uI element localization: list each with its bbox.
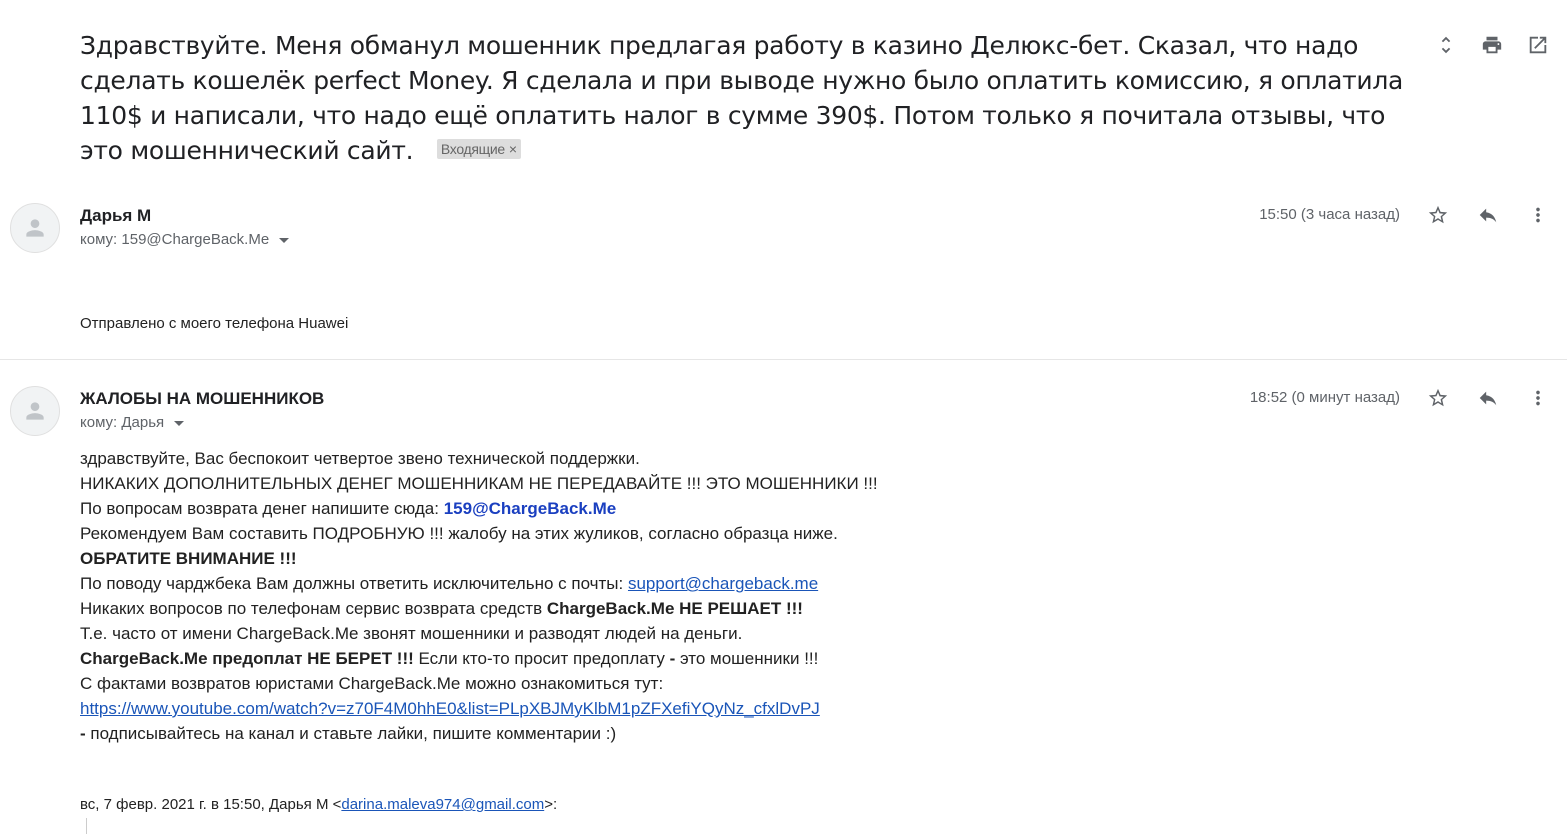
body-line: Рекомендуем Вам составить ПОДРОБНУЮ !!! … — [80, 524, 838, 543]
body-bold-span: ChargeBack.Me НЕ РЕШАЕТ !!! — [546, 599, 803, 618]
print-icon[interactable] — [1480, 33, 1504, 57]
recipient-text: кому: Дарья — [80, 414, 165, 431]
youtube-link[interactable]: https://www.youtube.com/watch?v=z70F4M0h… — [80, 699, 820, 718]
thread-actions — [1434, 33, 1550, 57]
message-body: здравствуйте, Вас беспокоит четвертое зв… — [80, 446, 878, 746]
more-options-icon[interactable] — [1526, 386, 1550, 410]
recipient-text: кому: 159@ChargeBack.Me — [80, 231, 270, 248]
quoted-header: вс, 7 февр. 2021 г. в 15:50, Дарья М <da… — [80, 796, 557, 813]
body-line: Т.е. часто от имени ChargeBack.Me звонят… — [80, 624, 743, 643]
message-divider — [0, 359, 1567, 360]
recipient-line: кому: Дарья — [80, 414, 185, 431]
message-actions — [1426, 203, 1550, 227]
body-text-span: По поводу чарджбека Вам должны ответить … — [80, 574, 628, 593]
body-line: - подписывайтесь на канал и ставьте лайк… — [80, 721, 878, 746]
show-details-icon[interactable] — [174, 420, 185, 426]
show-details-icon[interactable] — [279, 237, 290, 243]
body-line: ChargeBack.Me предоплат НЕ БЕРЕТ !!! Есл… — [80, 646, 878, 671]
quoted-sender-email-link[interactable]: darina.maleva974@gmail.com — [341, 796, 544, 813]
email-subject: Здравствуйте. Меня обманул мошенник пред… — [80, 28, 1420, 168]
star-icon[interactable] — [1426, 386, 1450, 410]
quote-suffix: >: — [544, 796, 558, 813]
expand-collapse-icon[interactable] — [1434, 33, 1458, 57]
subject-text: Здравствуйте. Меня обманул мошенник пред… — [80, 31, 1404, 165]
avatar[interactable] — [10, 386, 60, 436]
body-line: Никаких вопросов по телефонам сервис воз… — [80, 596, 878, 621]
avatar[interactable] — [10, 203, 60, 253]
person-icon — [26, 219, 44, 237]
body-line: По поводу чарджбека Вам должны ответить … — [80, 571, 878, 596]
open-new-window-icon[interactable] — [1526, 33, 1550, 57]
star-icon[interactable] — [1426, 203, 1450, 227]
recipient-line: кому: 159@ChargeBack.Me — [80, 231, 290, 248]
attention-heading: ОБРАТИТЕ ВНИМАНИЕ !!! — [80, 549, 297, 568]
support-email-link[interactable]: support@chargeback.me — [628, 574, 818, 593]
more-options-icon[interactable] — [1526, 203, 1550, 227]
chargeback-email-link[interactable]: 159@ChargeBack.Me — [444, 499, 617, 518]
person-icon — [26, 402, 44, 420]
body-line: ОБРАТИТЕ ВНИМАНИЕ !!! — [80, 546, 878, 571]
body-line: https://www.youtube.com/watch?v=z70F4M0h… — [80, 696, 878, 721]
body-line: По вопросам возврата денег напишите сюда… — [80, 496, 878, 521]
sender-name[interactable]: ЖАЛОБЫ НА МОШЕННИКОВ — [80, 389, 324, 409]
quote-prefix: вс, 7 февр. 2021 г. в 15:50, Дарья М < — [80, 796, 342, 813]
body-line: С фактами возвратов юристами ChargeBack.… — [80, 674, 664, 693]
quote-bar — [86, 818, 87, 834]
reply-icon[interactable] — [1476, 386, 1500, 410]
body-text-span: Никаких вопросов по телефонам сервис воз… — [80, 599, 547, 618]
body-text-span: По вопросам возврата денег напишите сюда… — [80, 499, 444, 518]
message-body: Отправлено с моего телефона Huawei — [80, 315, 349, 332]
remove-label-button[interactable]: × — [509, 141, 517, 157]
body-text-span: подписывайтесь на канал и ставьте лайки,… — [85, 724, 617, 743]
label-text: Входящие — [440, 141, 505, 157]
message-actions — [1426, 386, 1550, 410]
inbox-label-chip[interactable]: Входящие × — [436, 139, 521, 159]
message-time: 18:52 (0 минут назад) — [1249, 389, 1400, 406]
body-text-span: Если кто-то просит предоплату — [413, 649, 670, 668]
reply-icon[interactable] — [1476, 203, 1500, 227]
body-line: НИКАКИХ ДОПОЛНИТЕЛЬНЫХ ДЕНЕГ МОШЕННИКАМ … — [80, 474, 878, 493]
body-line: здравствуйте, Вас беспокоит четвертое зв… — [80, 449, 640, 468]
body-text-span: это мошенники !!! — [675, 649, 819, 668]
sender-name[interactable]: Дарья М — [80, 206, 151, 226]
body-bold-span: ChargeBack.Me предоплат НЕ БЕРЕТ !!! — [80, 649, 414, 668]
message-time: 15:50 (3 часа назад) — [1259, 206, 1400, 223]
